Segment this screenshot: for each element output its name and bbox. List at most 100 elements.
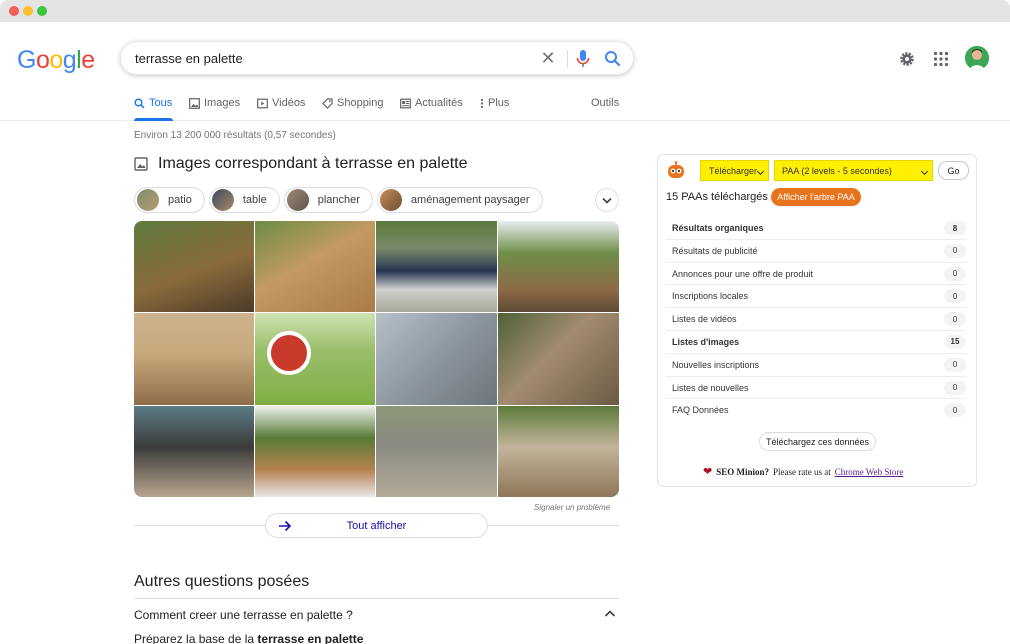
tab-label: Plus xyxy=(488,97,510,109)
close-window-icon[interactable] xyxy=(9,6,19,16)
stat-label: Listes d'images xyxy=(672,336,740,347)
chip-label: plancher xyxy=(317,194,360,206)
tab-label: Shopping xyxy=(337,97,384,109)
stat-label: Listes de nouvelles xyxy=(672,382,749,393)
chevron-up-icon[interactable] xyxy=(604,609,616,619)
image-result-thumbnail[interactable] xyxy=(498,406,619,497)
image-result-thumbnail[interactable] xyxy=(255,406,375,497)
chip-amenagement-paysager[interactable]: aménagement paysager xyxy=(376,187,543,213)
account-avatar[interactable] xyxy=(965,46,989,70)
stat-count-badge: 0 xyxy=(944,243,966,258)
tab-videos[interactable]: Vidéos xyxy=(257,97,305,109)
search-icon[interactable] xyxy=(603,49,623,69)
chip-label: aménagement paysager xyxy=(410,194,530,206)
paa-answer-highlight: terrasse en palette xyxy=(257,632,364,644)
paa-levels-select-label: PAA (2 levels - 5 secondes) xyxy=(782,165,892,176)
settings-gear-icon[interactable] xyxy=(898,50,916,68)
video-icon xyxy=(257,98,268,108)
active-tab-indicator xyxy=(134,118,173,121)
arrow-right-icon xyxy=(279,520,292,532)
image-result-thumbnail[interactable] xyxy=(134,313,254,405)
tab-images[interactable]: Images xyxy=(189,97,240,109)
chips-expand-button[interactable] xyxy=(595,188,619,212)
show-all-label: Tout afficher xyxy=(346,519,407,532)
download-select[interactable]: Télécharger xyxy=(700,160,769,181)
chip-plancher[interactable]: plancher xyxy=(283,187,373,213)
tools-button[interactable]: Outils xyxy=(591,97,619,109)
diagram-detail-circle xyxy=(267,331,311,375)
export-data-button[interactable]: Téléchargez ces données xyxy=(759,432,876,451)
rate-brand: SEO Minion? xyxy=(716,466,769,477)
seo-minion-robot-icon xyxy=(668,161,684,178)
show-paa-tree-button[interactable]: Afficher l'arbre PAA xyxy=(771,188,861,206)
paa-levels-select[interactable]: PAA (2 levels - 5 secondes) xyxy=(774,160,933,181)
stat-count-badge: 0 xyxy=(944,403,966,418)
chevron-down-icon xyxy=(602,197,612,204)
stat-row-faq: FAQ Données 0 xyxy=(666,399,966,422)
stat-row-product-ads: Annonces pour une offre de produit 0 xyxy=(666,263,966,286)
chip-patio[interactable]: patio xyxy=(134,187,205,213)
stat-row-ads: Résultats de publicité 0 xyxy=(666,240,966,263)
stat-label: Annonces pour une offre de produit xyxy=(672,268,813,279)
stat-count-badge: 0 xyxy=(944,312,966,327)
report-problem-link[interactable]: Signaler un problème xyxy=(534,503,610,512)
chip-label: table xyxy=(242,194,267,206)
search-input[interactable]: terrasse en palette xyxy=(135,51,243,66)
image-result-thumbnail[interactable] xyxy=(376,221,497,312)
tab-plus[interactable]: Plus xyxy=(480,97,509,109)
search-divider xyxy=(567,50,568,68)
maximize-window-icon[interactable] xyxy=(37,6,47,16)
minimize-window-icon[interactable] xyxy=(23,6,33,16)
image-refinement-chips: patio table plancher aménagement paysage… xyxy=(134,187,543,213)
stat-row-new-listings: Nouvelles inscriptions 0 xyxy=(666,354,966,377)
download-select-label: Télécharger xyxy=(709,165,758,176)
seo-minion-panel: Télécharger PAA (2 levels - 5 secondes) … xyxy=(657,154,977,487)
image-result-thumbnail[interactable] xyxy=(376,313,497,405)
stat-row-organic: Résultats organiques 8 xyxy=(666,217,966,240)
image-icon xyxy=(189,97,200,109)
chip-thumbnail xyxy=(286,189,309,211)
chip-table[interactable]: table xyxy=(208,187,280,213)
stat-label: Inscriptions locales xyxy=(672,291,749,302)
chip-thumbnail xyxy=(211,189,234,211)
paa-divider xyxy=(134,598,619,599)
stat-row-local: Inscriptions locales 0 xyxy=(666,285,966,309)
chrome-web-store-link[interactable]: Chrome Web Store xyxy=(835,467,904,477)
stat-count-badge: 0 xyxy=(944,266,966,281)
serp-feature-counts: Résultats organiques 8 Résultats de publ… xyxy=(666,217,966,422)
paa-heading: Autres questions posées xyxy=(134,573,310,590)
image-result-thumbnail[interactable] xyxy=(498,221,619,312)
stat-count-badge: 0 xyxy=(944,289,966,304)
images-section-heading[interactable]: Images correspondant à terrasse en palet… xyxy=(134,155,468,173)
tab-tous[interactable]: Tous xyxy=(134,97,172,109)
clear-search-icon[interactable]: ✕ xyxy=(539,49,557,68)
chip-thumbnail xyxy=(379,189,402,211)
stat-label: Nouvelles inscriptions xyxy=(672,359,760,370)
microphone-icon[interactable] xyxy=(574,49,592,69)
image-result-thumbnail[interactable] xyxy=(134,221,254,312)
tab-actualites[interactable]: Actualités xyxy=(400,97,463,109)
stat-row-news: Listes de nouvelles 0 xyxy=(666,377,966,400)
stat-label: Résultats de publicité xyxy=(672,245,758,256)
image-result-thumbnail[interactable] xyxy=(376,406,497,497)
search-box[interactable]: terrasse en palette ✕ xyxy=(120,41,634,75)
image-result-thumbnail[interactable] xyxy=(498,313,619,405)
paa-answer-text: Préparez la base de la xyxy=(134,632,258,644)
tools-label: Outils xyxy=(591,97,620,109)
go-button[interactable]: Go xyxy=(938,161,969,180)
show-all-button[interactable]: Tout afficher xyxy=(265,513,488,538)
chip-label: patio xyxy=(168,194,192,206)
search-tabs: Tous Images Vidéos Shopping Actualités P… xyxy=(0,88,1010,121)
image-result-thumbnail[interactable] xyxy=(134,406,254,497)
rate-text: Please rate us at xyxy=(772,466,831,477)
image-result-thumbnail[interactable] xyxy=(255,313,375,405)
apps-grid-icon[interactable] xyxy=(933,51,949,67)
image-result-thumbnail[interactable] xyxy=(255,221,375,312)
paa-question[interactable]: Comment creer une terrasse en palette ? xyxy=(134,608,353,622)
google-logo[interactable]: Google xyxy=(17,46,95,75)
stat-row-images: Listes d'images 15 xyxy=(666,331,966,354)
stat-count-badge: 0 xyxy=(944,357,966,372)
tab-shopping[interactable]: Shopping xyxy=(322,97,384,109)
chip-thumbnail xyxy=(137,189,159,211)
stat-count-badge: 8 xyxy=(944,221,966,235)
